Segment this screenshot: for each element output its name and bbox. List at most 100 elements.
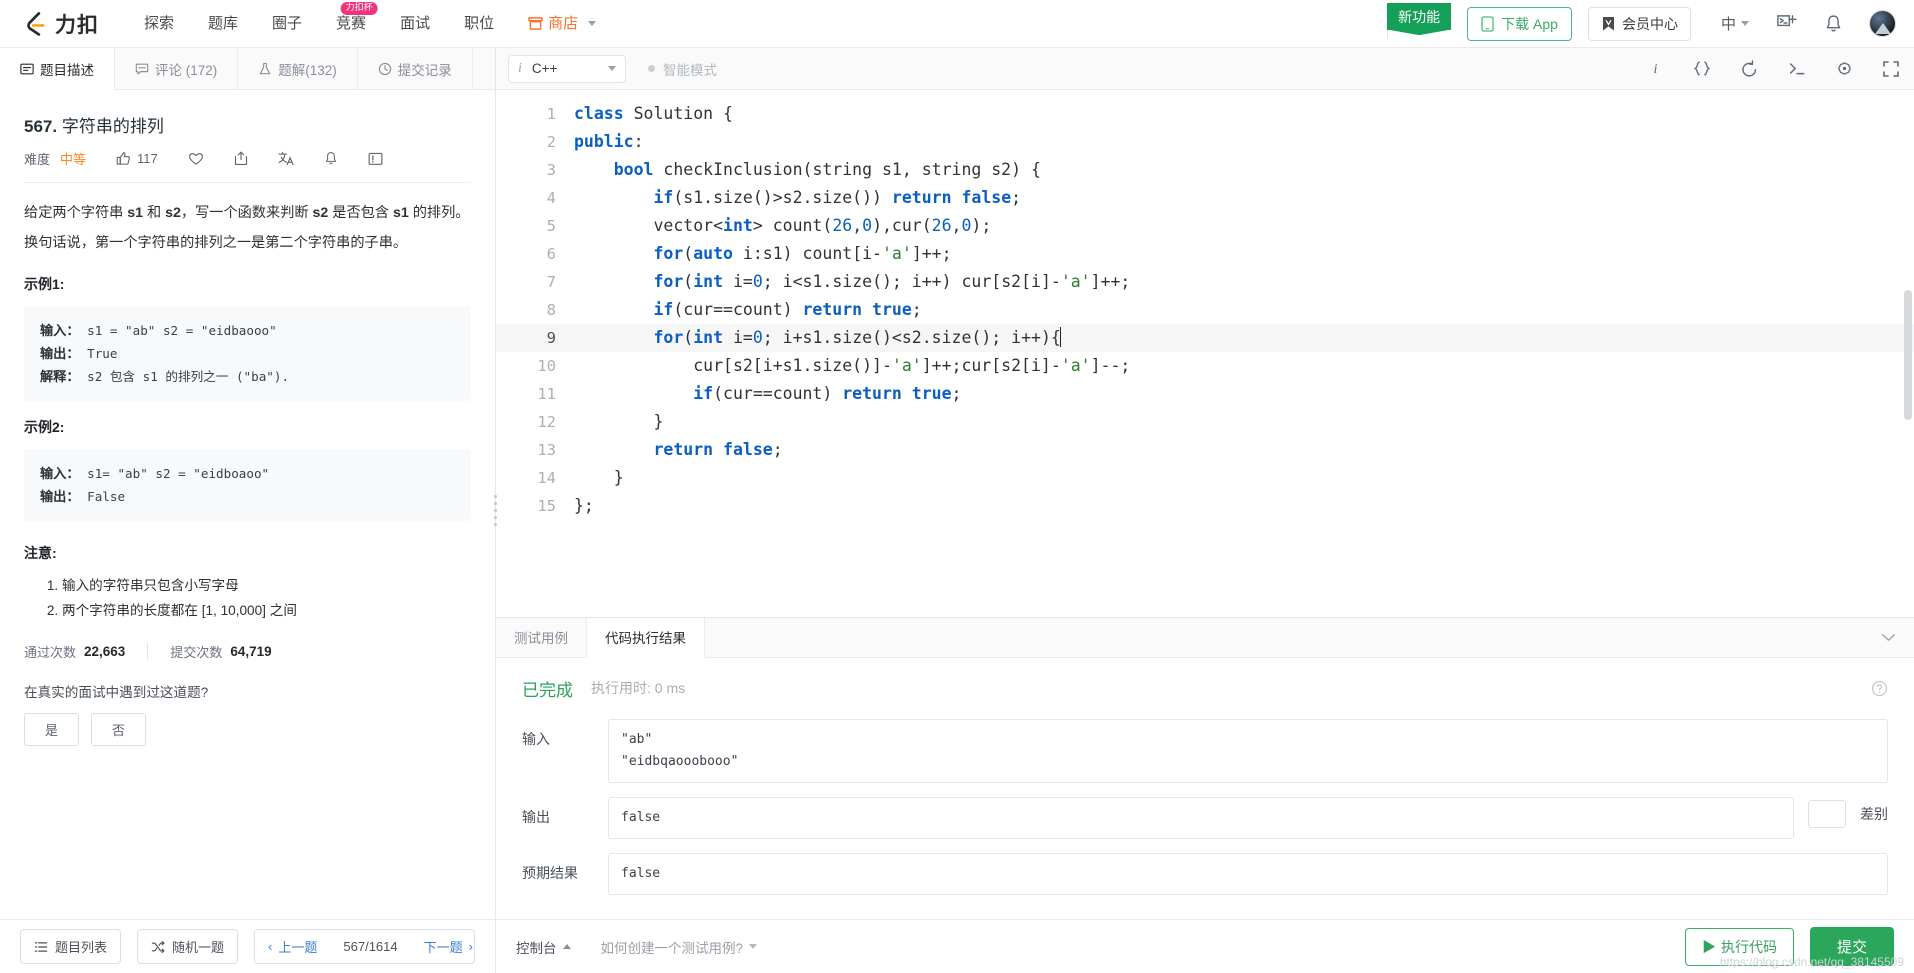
code-line[interactable]: 12 } <box>496 408 1914 436</box>
accepted-label: 通过次数 <box>24 644 77 660</box>
example-line-key: 输入： <box>40 466 80 482</box>
language-switcher[interactable]: 中 <box>1721 13 1749 34</box>
note-item: 输入的字符串只包含小写字母 <box>62 573 471 598</box>
nav-item-problems[interactable]: 题库 <box>191 0 255 47</box>
console-button[interactable]: 控制台 <box>516 937 571 957</box>
tab-submissions[interactable]: 提交记录 <box>357 48 473 89</box>
fullscreen-button[interactable] <box>1882 60 1900 78</box>
question-stats: 通过次数 22,663 提交次数 64,719 <box>24 642 471 661</box>
language-select[interactable]: i C++ <box>508 54 626 83</box>
editor-scrollbar-thumb[interactable] <box>1904 290 1912 420</box>
problem-description-scroll[interactable]: 567. 字符串的排列 难度 中等 117 给定两个字符串 s1 和 s2，写一… <box>0 90 495 919</box>
avatar[interactable] <box>1869 10 1896 37</box>
nav-item-jobs[interactable]: 职位 <box>447 0 511 47</box>
code-line[interactable]: 10 cur[s2[i+s1.size()]-'a']++;cur[s2[i]-… <box>496 352 1914 380</box>
nav-item-interview[interactable]: 面试 <box>383 0 447 47</box>
answer-yes-button[interactable]: 是 <box>24 712 80 746</box>
playground-button[interactable] <box>1776 13 1797 34</box>
code-line[interactable]: 15}; <box>496 492 1914 520</box>
code-line[interactable]: 1 class Solution { <box>496 100 1914 128</box>
run-code-button[interactable]: ▶ 执行代码 <box>1684 927 1794 966</box>
code-text: for(auto i:s1) count[i-'a']++; <box>653 244 952 263</box>
submit-button[interactable]: 提交 <box>1809 927 1894 966</box>
braces-icon <box>1693 61 1711 76</box>
brand-logo-link[interactable]: 力扣 <box>22 9 99 39</box>
note-item: 两个字符串的长度都在 [1, 10,000] 之间 <box>62 598 471 623</box>
terminal-plus-icon <box>1777 15 1797 27</box>
result-help-button[interactable] <box>1871 680 1888 697</box>
code-line[interactable]: 4 if(s1.size()>s2.size()) return false; <box>496 184 1914 212</box>
new-feature-ribbon[interactable]: 新功能 <box>1387 3 1452 38</box>
subscribe-button[interactable] <box>324 151 338 166</box>
tab-comments[interactable]: 评论 (172) <box>115 48 239 89</box>
vip-center-button[interactable]: 会员中心 <box>1587 6 1691 41</box>
download-app-button[interactable]: 下载 App <box>1467 6 1572 41</box>
clock-icon <box>378 62 391 75</box>
report-button[interactable] <box>368 152 383 166</box>
prev-problem-button[interactable]: ‹ 上一题 <box>255 930 331 963</box>
tab-solutions[interactable]: 题解(132) <box>238 48 358 89</box>
code-line[interactable]: 2 public: <box>496 128 1914 156</box>
result-row-expected: 预期结果 false <box>522 852 1888 895</box>
nav-item-explore[interactable]: 探索 <box>127 0 191 47</box>
code-line[interactable]: 11 if(cur==count) return true; <box>496 380 1914 408</box>
notifications-button[interactable] <box>1824 14 1843 34</box>
tab-run-result[interactable]: 代码执行结果 <box>586 617 705 658</box>
code-line[interactable]: 8 if(cur==count) return true; <box>496 296 1914 324</box>
line-number: 8 <box>546 301 556 319</box>
nav-item-store[interactable]: 商店 <box>511 0 613 47</box>
nav-item-label: 竞赛 <box>336 15 367 32</box>
share-button[interactable] <box>234 151 248 166</box>
handle-dot <box>494 502 497 505</box>
nav-item-circle[interactable]: 圈子 <box>255 0 319 47</box>
code-line[interactable]: 3 bool checkInclusion(string s1, string … <box>496 156 1914 184</box>
difficulty-badge[interactable]: 中等 <box>60 149 86 168</box>
problem-list-button[interactable]: 题目列表 <box>20 929 122 964</box>
translate-button[interactable] <box>278 151 294 166</box>
format-code-button[interactable] <box>1692 60 1712 77</box>
code-line[interactable]: 13 return false; <box>496 436 1914 464</box>
favorite-button[interactable] <box>188 151 204 166</box>
example-line-value: s1 = "ab" s2 = "eidbaooo" <box>79 322 277 338</box>
console-toggle-button[interactable] <box>1787 60 1807 77</box>
collapse-result-button[interactable] <box>1863 618 1914 657</box>
howto-label: 如何创建一个测试用例? <box>600 940 744 956</box>
code-line[interactable]: 9 for(int i=0; i+s1.size()<s2.size(); i+… <box>496 324 1914 352</box>
nav-item-contest[interactable]: 力扣杯 竞赛 <box>319 0 383 47</box>
output-value: false <box>608 796 1794 839</box>
random-problem-button[interactable]: 随机一题 <box>137 929 239 964</box>
list-icon <box>34 941 48 952</box>
editor-settings-button[interactable] <box>1835 59 1854 78</box>
answer-no-button[interactable]: 否 <box>91 712 147 746</box>
tab-testcase[interactable]: 测试用例 <box>496 617 586 657</box>
input-value[interactable]: "ab" "eidbqaooobooo" <box>608 718 1888 783</box>
diff-toggle[interactable] <box>1808 799 1846 828</box>
code-editor[interactable]: 1 class Solution {2 public: 3 bool checkInc… <box>496 90 1914 617</box>
code-line[interactable]: 5 vector<int> count(26,0),cur(26,0); <box>496 212 1914 240</box>
mobile-icon <box>1481 15 1494 32</box>
tab-label: 题解(132) <box>278 62 337 78</box>
translate-icon <box>278 151 294 166</box>
question-paragraph-1: 给定两个字符串 s1 和 s2，写一个函数来判断 s2 是否包含 s1 的排列。 <box>24 205 470 221</box>
code-line[interactable]: 14 } <box>496 464 1914 492</box>
reset-code-button[interactable] <box>1740 59 1759 78</box>
nav-item-label: 探索 <box>144 15 175 32</box>
how-to-create-testcase-link[interactable]: 如何创建一个测试用例? <box>601 937 758 957</box>
row-label: 输入 <box>522 730 550 747</box>
code-line[interactable]: 6 for(auto i:s1) count[i-'a']++; <box>496 240 1914 268</box>
next-problem-button[interactable]: 下一题 › <box>410 930 475 963</box>
status-badge: 已完成 <box>522 680 573 700</box>
like-button[interactable]: 117 <box>116 151 158 166</box>
line-number: 14 <box>537 469 556 487</box>
smart-mode-toggle[interactable]: 智能模式 <box>648 59 717 79</box>
accepted-value: 22,663 <box>84 643 126 659</box>
interview-question-text: 在真实的面试中遇到过这道题? <box>24 684 209 700</box>
editor-info-button[interactable]: i <box>1647 60 1664 77</box>
editor-scroll-track[interactable] <box>1902 90 1914 617</box>
problem-pane: 题目描述 评论 (172) 题解(132) 提交记录 567. 字符串的排列 难… <box>0 48 496 973</box>
primary-nav: 探索 题库 圈子 力扣杯 竞赛 面试 职位 商店 <box>127 0 613 47</box>
tab-description[interactable]: 题目描述 <box>0 48 115 90</box>
code-lines-container[interactable]: 1 class Solution {2 public: 3 bool checkInc… <box>496 90 1914 520</box>
code-line[interactable]: 7 for(int i=0; i<s1.size(); i++) cur[s2[… <box>496 268 1914 296</box>
pane-resize-handle[interactable] <box>491 489 500 533</box>
